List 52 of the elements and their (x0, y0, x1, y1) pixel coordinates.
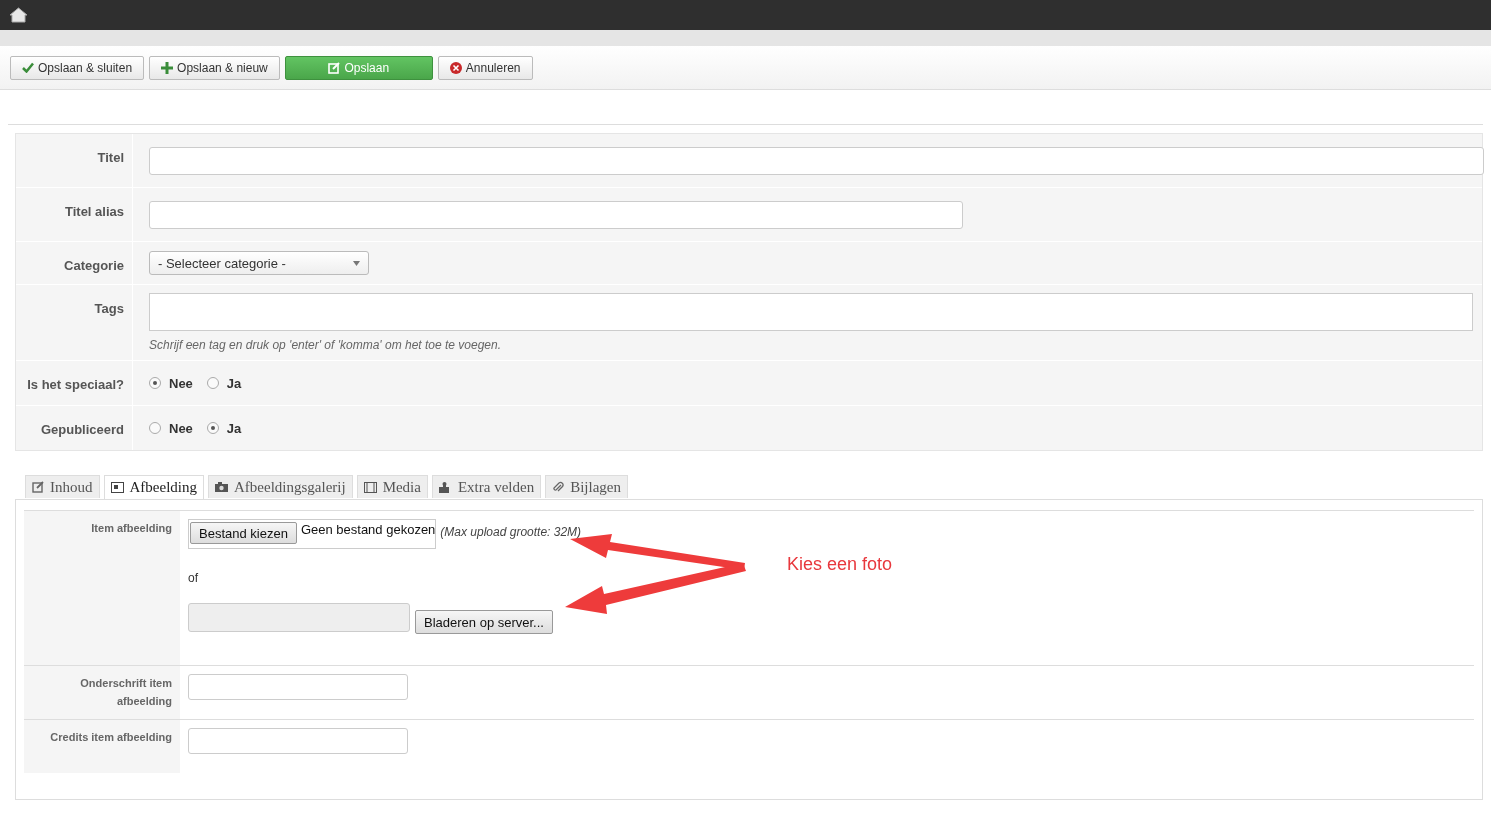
cancel-icon (449, 61, 462, 74)
toolbar-button[interactable]: Opslaan & nieuw (149, 55, 280, 80)
field-label: Categorie (64, 258, 124, 273)
radio-label: Ja (226, 375, 242, 391)
radio-label: Nee (169, 420, 193, 436)
radio-label: Ja (226, 420, 242, 436)
browse-server-button[interactable]: Bladeren op server... (415, 610, 553, 634)
toolbar-button[interactable]: Annuleren (437, 55, 533, 80)
annotation-text: Kies een foto (787, 554, 893, 575)
field-label: Is het speciaal? (27, 377, 124, 392)
paperclip-icon (552, 481, 565, 493)
field-label: Titel (97, 150, 124, 165)
path-field[interactable] (188, 603, 410, 632)
field-hint: Schrijf een tag en druk op 'enter' of 'komma' om het toe te voegen. (149, 338, 503, 352)
tab[interactable]: Bijlagen (545, 475, 628, 498)
tab[interactable]: Afbeelding (103, 475, 204, 499)
text-field[interactable] (149, 146, 1484, 175)
tags-field[interactable] (149, 293, 1473, 331)
field-label: Tags (94, 301, 124, 316)
edit-icon (32, 481, 44, 493)
category-dropdown[interactable]: - Selecteer categorie - (149, 251, 369, 275)
or-text: of (188, 571, 199, 585)
radio-button[interactable] (206, 377, 219, 389)
field-label: Credits item afbeelding (50, 731, 172, 743)
plus-icon (161, 61, 174, 74)
file-input[interactable]: Bestand kiezen Geen bestand gekozen (188, 519, 437, 549)
upload-note: (Max upload grootte: 32M) (440, 525, 582, 539)
radio-button[interactable] (149, 377, 161, 389)
text-field[interactable] (188, 674, 408, 700)
tab[interactable]: Extra velden (431, 475, 542, 498)
field-label: Onderschrift item afbeelding (80, 677, 172, 707)
text-field[interactable] (188, 728, 408, 754)
edit-icon (328, 61, 341, 74)
camera-icon (215, 482, 228, 492)
choose-file-button[interactable]: Bestand kiezen (190, 522, 297, 544)
puzzle-icon (438, 481, 452, 493)
check-icon (22, 62, 34, 73)
radio-label: Nee (169, 375, 193, 391)
home-icon[interactable] (9, 7, 28, 23)
field-label: Titel alias (65, 204, 124, 219)
film-icon (363, 481, 377, 493)
text-field[interactable] (149, 200, 963, 229)
field-label: Item afbeelding (91, 522, 172, 534)
tab[interactable]: Media (356, 475, 428, 498)
image-icon (110, 482, 124, 493)
radio-button[interactable] (149, 422, 161, 434)
field-label: Gepubliceerd (40, 422, 124, 437)
tab[interactable]: Afbeeldingsgalerij (208, 475, 353, 498)
radio-button[interactable] (206, 422, 219, 434)
toolbar-button[interactable]: Opslaan & sluiten (10, 55, 145, 80)
caret-icon (353, 260, 360, 266)
tab[interactable]: Inhoud (25, 475, 100, 498)
